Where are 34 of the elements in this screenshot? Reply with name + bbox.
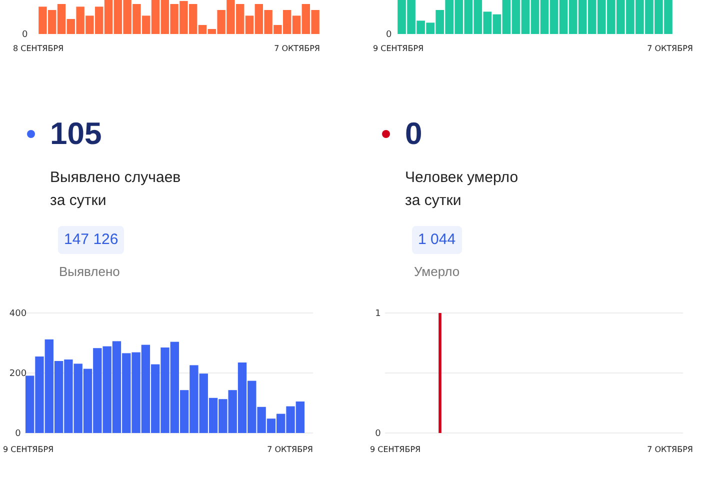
- caption: за сутки: [405, 191, 462, 211]
- axis-label: 0: [375, 429, 381, 439]
- axis-label: 0: [15, 429, 21, 439]
- date-label: 9 СЕНТЯБРЯ: [373, 44, 424, 53]
- bar: [296, 402, 305, 433]
- total-label: Умерло: [413, 263, 461, 281]
- bar: [25, 376, 34, 433]
- total-badge: 147 126: [58, 226, 124, 254]
- caption: Человек умерло: [405, 168, 520, 188]
- date-label: 7 ОКТЯБРЯ: [647, 445, 693, 454]
- bar: [83, 368, 92, 433]
- bar: [276, 414, 286, 433]
- date-label: 7 ОКТЯБРЯ: [647, 44, 693, 53]
- daily-count: 105: [50, 116, 102, 152]
- total-badge: 1 044: [412, 226, 462, 254]
- date-label: 9 СЕНТЯБРЯ: [370, 445, 421, 454]
- axis-label: 0: [22, 30, 28, 40]
- date-label: 7 ОКТЯБРЯ: [274, 44, 320, 53]
- caption: за сутки: [50, 191, 108, 211]
- bar: [151, 364, 160, 433]
- axis-label: 1: [375, 309, 381, 319]
- axis-label: 200: [9, 369, 27, 379]
- caption: Выявлено случаев: [50, 168, 182, 188]
- bar: [286, 406, 295, 433]
- date-label: 7 ОКТЯБРЯ: [267, 445, 313, 454]
- axis-label: 0: [386, 30, 392, 40]
- total-label: Выявлено: [58, 263, 121, 281]
- bar: [218, 399, 228, 433]
- bar: [54, 361, 64, 433]
- date-label: 9 СЕНТЯБРЯ: [3, 445, 54, 454]
- bar: [74, 364, 82, 433]
- date-label: 8 СЕНТЯБРЯ: [13, 44, 64, 53]
- axis-label: 400: [9, 309, 27, 319]
- daily-count: 0: [405, 116, 422, 152]
